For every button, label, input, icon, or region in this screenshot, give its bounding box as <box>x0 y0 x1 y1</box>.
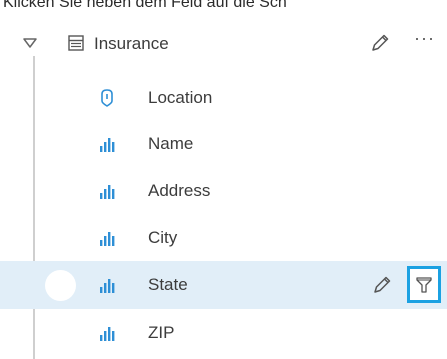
field-row-address[interactable]: Address <box>0 167 447 215</box>
dataset-header: Insurance ··· <box>0 22 447 66</box>
field-select-radio[interactable] <box>45 270 76 301</box>
edit-dataset-pencil-icon[interactable] <box>368 31 392 55</box>
field-label: State <box>148 275 188 294</box>
field-label: Location <box>148 88 213 107</box>
edit-field-pencil-icon[interactable] <box>370 273 394 297</box>
string-field-icon <box>99 228 115 248</box>
instruction-caption: Klicken Sie neben dem Feld auf die Sch <box>3 0 287 11</box>
field-label: ZIP <box>148 323 175 342</box>
string-field-icon <box>99 134 115 154</box>
more-options-ellipsis-icon[interactable]: ··· <box>414 28 440 52</box>
filter-button[interactable] <box>407 266 441 303</box>
table-icon <box>67 34 85 52</box>
field-label: Name <box>148 134 194 153</box>
field-label: City <box>148 228 178 247</box>
field-row-city[interactable]: City <box>0 214 447 262</box>
field-row-zip[interactable]: ZIP <box>0 309 447 357</box>
collapse-triangle-icon[interactable] <box>21 34 39 52</box>
string-field-icon <box>99 181 115 201</box>
filter-icon <box>416 277 432 293</box>
location-pin-icon <box>99 88 115 108</box>
string-field-icon <box>99 275 115 295</box>
string-field-icon <box>99 323 115 343</box>
field-label: Address <box>148 181 211 200</box>
dataset-title: Insurance <box>94 34 169 53</box>
field-row-state[interactable]: State <box>0 261 447 309</box>
field-row-name[interactable]: Name <box>0 120 447 168</box>
field-row-location[interactable]: Location <box>0 74 447 122</box>
